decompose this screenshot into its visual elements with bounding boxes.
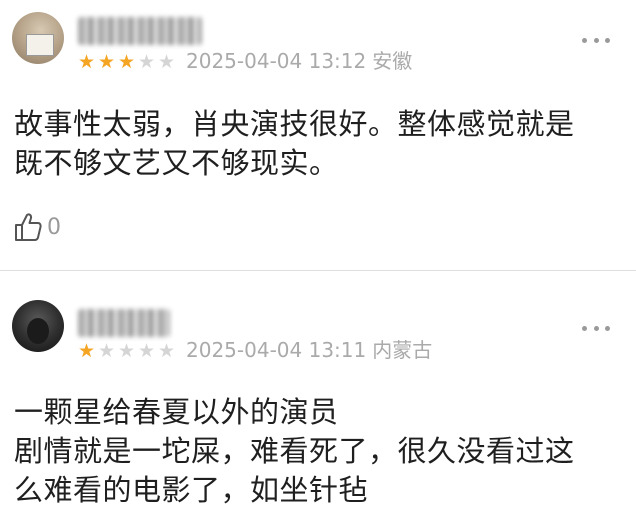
- star-rating: ★ ★ ★ ★ ★: [77, 52, 176, 72]
- review-text-line: 故事性太弱，肖央演技很好。整体感觉就是: [14, 107, 575, 141]
- review-text-line: 么难看的电影了，如坐针毡: [14, 473, 369, 507]
- star-empty-icon: ★: [137, 340, 156, 362]
- more-options-icon[interactable]: [582, 323, 610, 333]
- review-date: 2025-04-04 13:12: [186, 49, 367, 73]
- star-empty-icon: ★: [157, 340, 176, 362]
- avatar[interactable]: [12, 12, 64, 64]
- more-options-icon[interactable]: [582, 35, 610, 45]
- review-text-line: 一颗星给春夏以外的演员: [14, 395, 339, 429]
- review-location: 安徽: [372, 49, 413, 73]
- review-date: 2025-04-04 13:11: [186, 338, 367, 362]
- star-filled-icon: ★: [97, 51, 116, 73]
- review-text-line: 剧情就是一坨屎，难看死了，很久没看过这: [14, 434, 575, 468]
- star-rating: ★ ★ ★ ★ ★: [77, 341, 176, 361]
- review-text: 一颗星给春夏以外的演员 剧情就是一坨屎，难看死了，很久没看过这 么难看的电影了，…: [14, 393, 624, 510]
- review-meta: 2025-04-04 13:12 安徽: [186, 49, 412, 73]
- star-filled-icon: ★: [117, 51, 136, 73]
- review-meta: 2025-04-04 13:11 内蒙古: [186, 338, 432, 362]
- review-text: 故事性太弱，肖央演技很好。整体感觉就是 既不够文艺又不够现实。: [14, 105, 624, 183]
- like-count: 0: [47, 214, 61, 240]
- like-button[interactable]: 0: [14, 210, 61, 244]
- star-filled-icon: ★: [77, 340, 96, 362]
- avatar-image: [27, 318, 49, 344]
- star-empty-icon: ★: [157, 51, 176, 73]
- star-empty-icon: ★: [137, 51, 156, 73]
- review-location: 内蒙古: [372, 338, 433, 362]
- star-empty-icon: ★: [97, 340, 116, 362]
- avatar-image: [26, 34, 54, 56]
- star-empty-icon: ★: [117, 340, 136, 362]
- review-item: ★ ★ ★ ★ ★ 2025-04-04 13:12 安徽 故事性太弱，肖央演技很…: [0, 0, 636, 270]
- star-filled-icon: ★: [77, 51, 96, 73]
- avatar[interactable]: [12, 300, 64, 352]
- username-blurred[interactable]: [78, 309, 170, 337]
- review-text-line: 既不够文艺又不够现实。: [14, 146, 339, 180]
- username-blurred[interactable]: [78, 17, 202, 45]
- thumbs-up-icon: [14, 212, 42, 242]
